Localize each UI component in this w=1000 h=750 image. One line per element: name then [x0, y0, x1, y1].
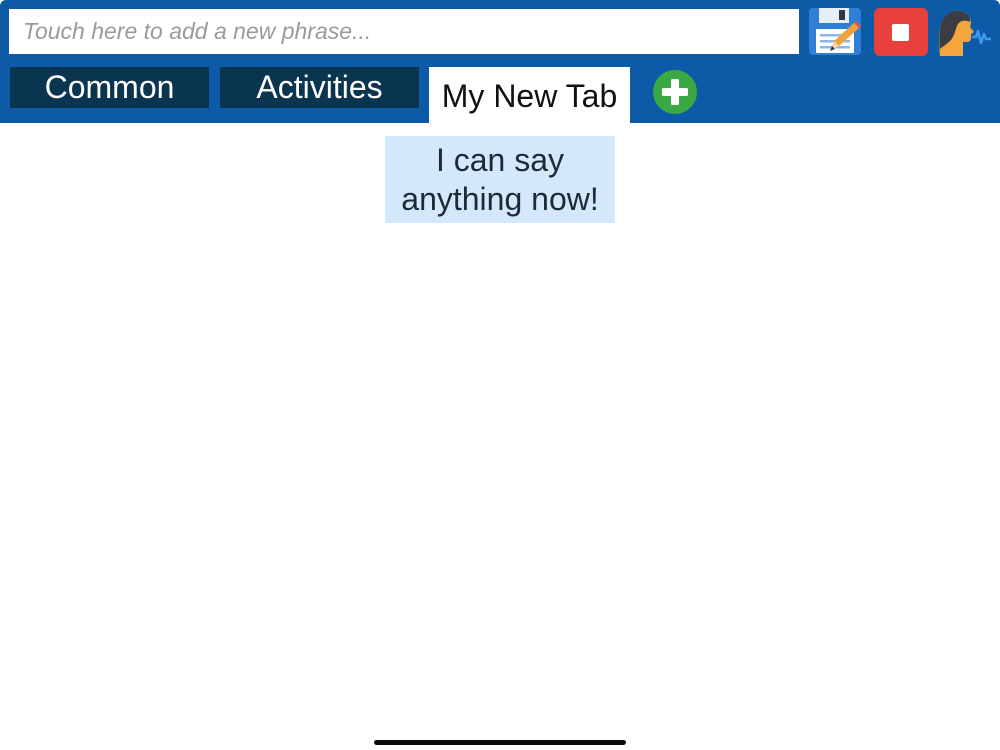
phrase-text: I can say anything now!: [401, 141, 599, 217]
speaking-head-icon: [939, 10, 991, 56]
stop-button[interactable]: [874, 8, 928, 56]
tab-activities[interactable]: Activities: [220, 67, 419, 108]
add-tab-button[interactable]: [652, 69, 698, 115]
save-button[interactable]: [808, 7, 862, 56]
phrase-button[interactable]: I can say anything now!: [385, 136, 615, 223]
top-bar: Common Activities My New Tab: [0, 0, 1000, 123]
tab-label: My New Tab: [441, 77, 618, 114]
home-indicator[interactable]: [374, 740, 626, 745]
speak-button[interactable]: [936, 7, 992, 56]
plus-circle-icon: [653, 70, 697, 114]
floppy-disk-pencil-icon: [809, 8, 861, 55]
stop-icon: [892, 24, 909, 41]
tab-label: Activities: [256, 69, 383, 105]
tab-label: Common: [44, 69, 175, 105]
tab-common[interactable]: Common: [10, 67, 209, 108]
new-phrase-input[interactable]: [9, 9, 799, 54]
tab-my-new-tab[interactable]: My New Tab: [429, 67, 630, 123]
